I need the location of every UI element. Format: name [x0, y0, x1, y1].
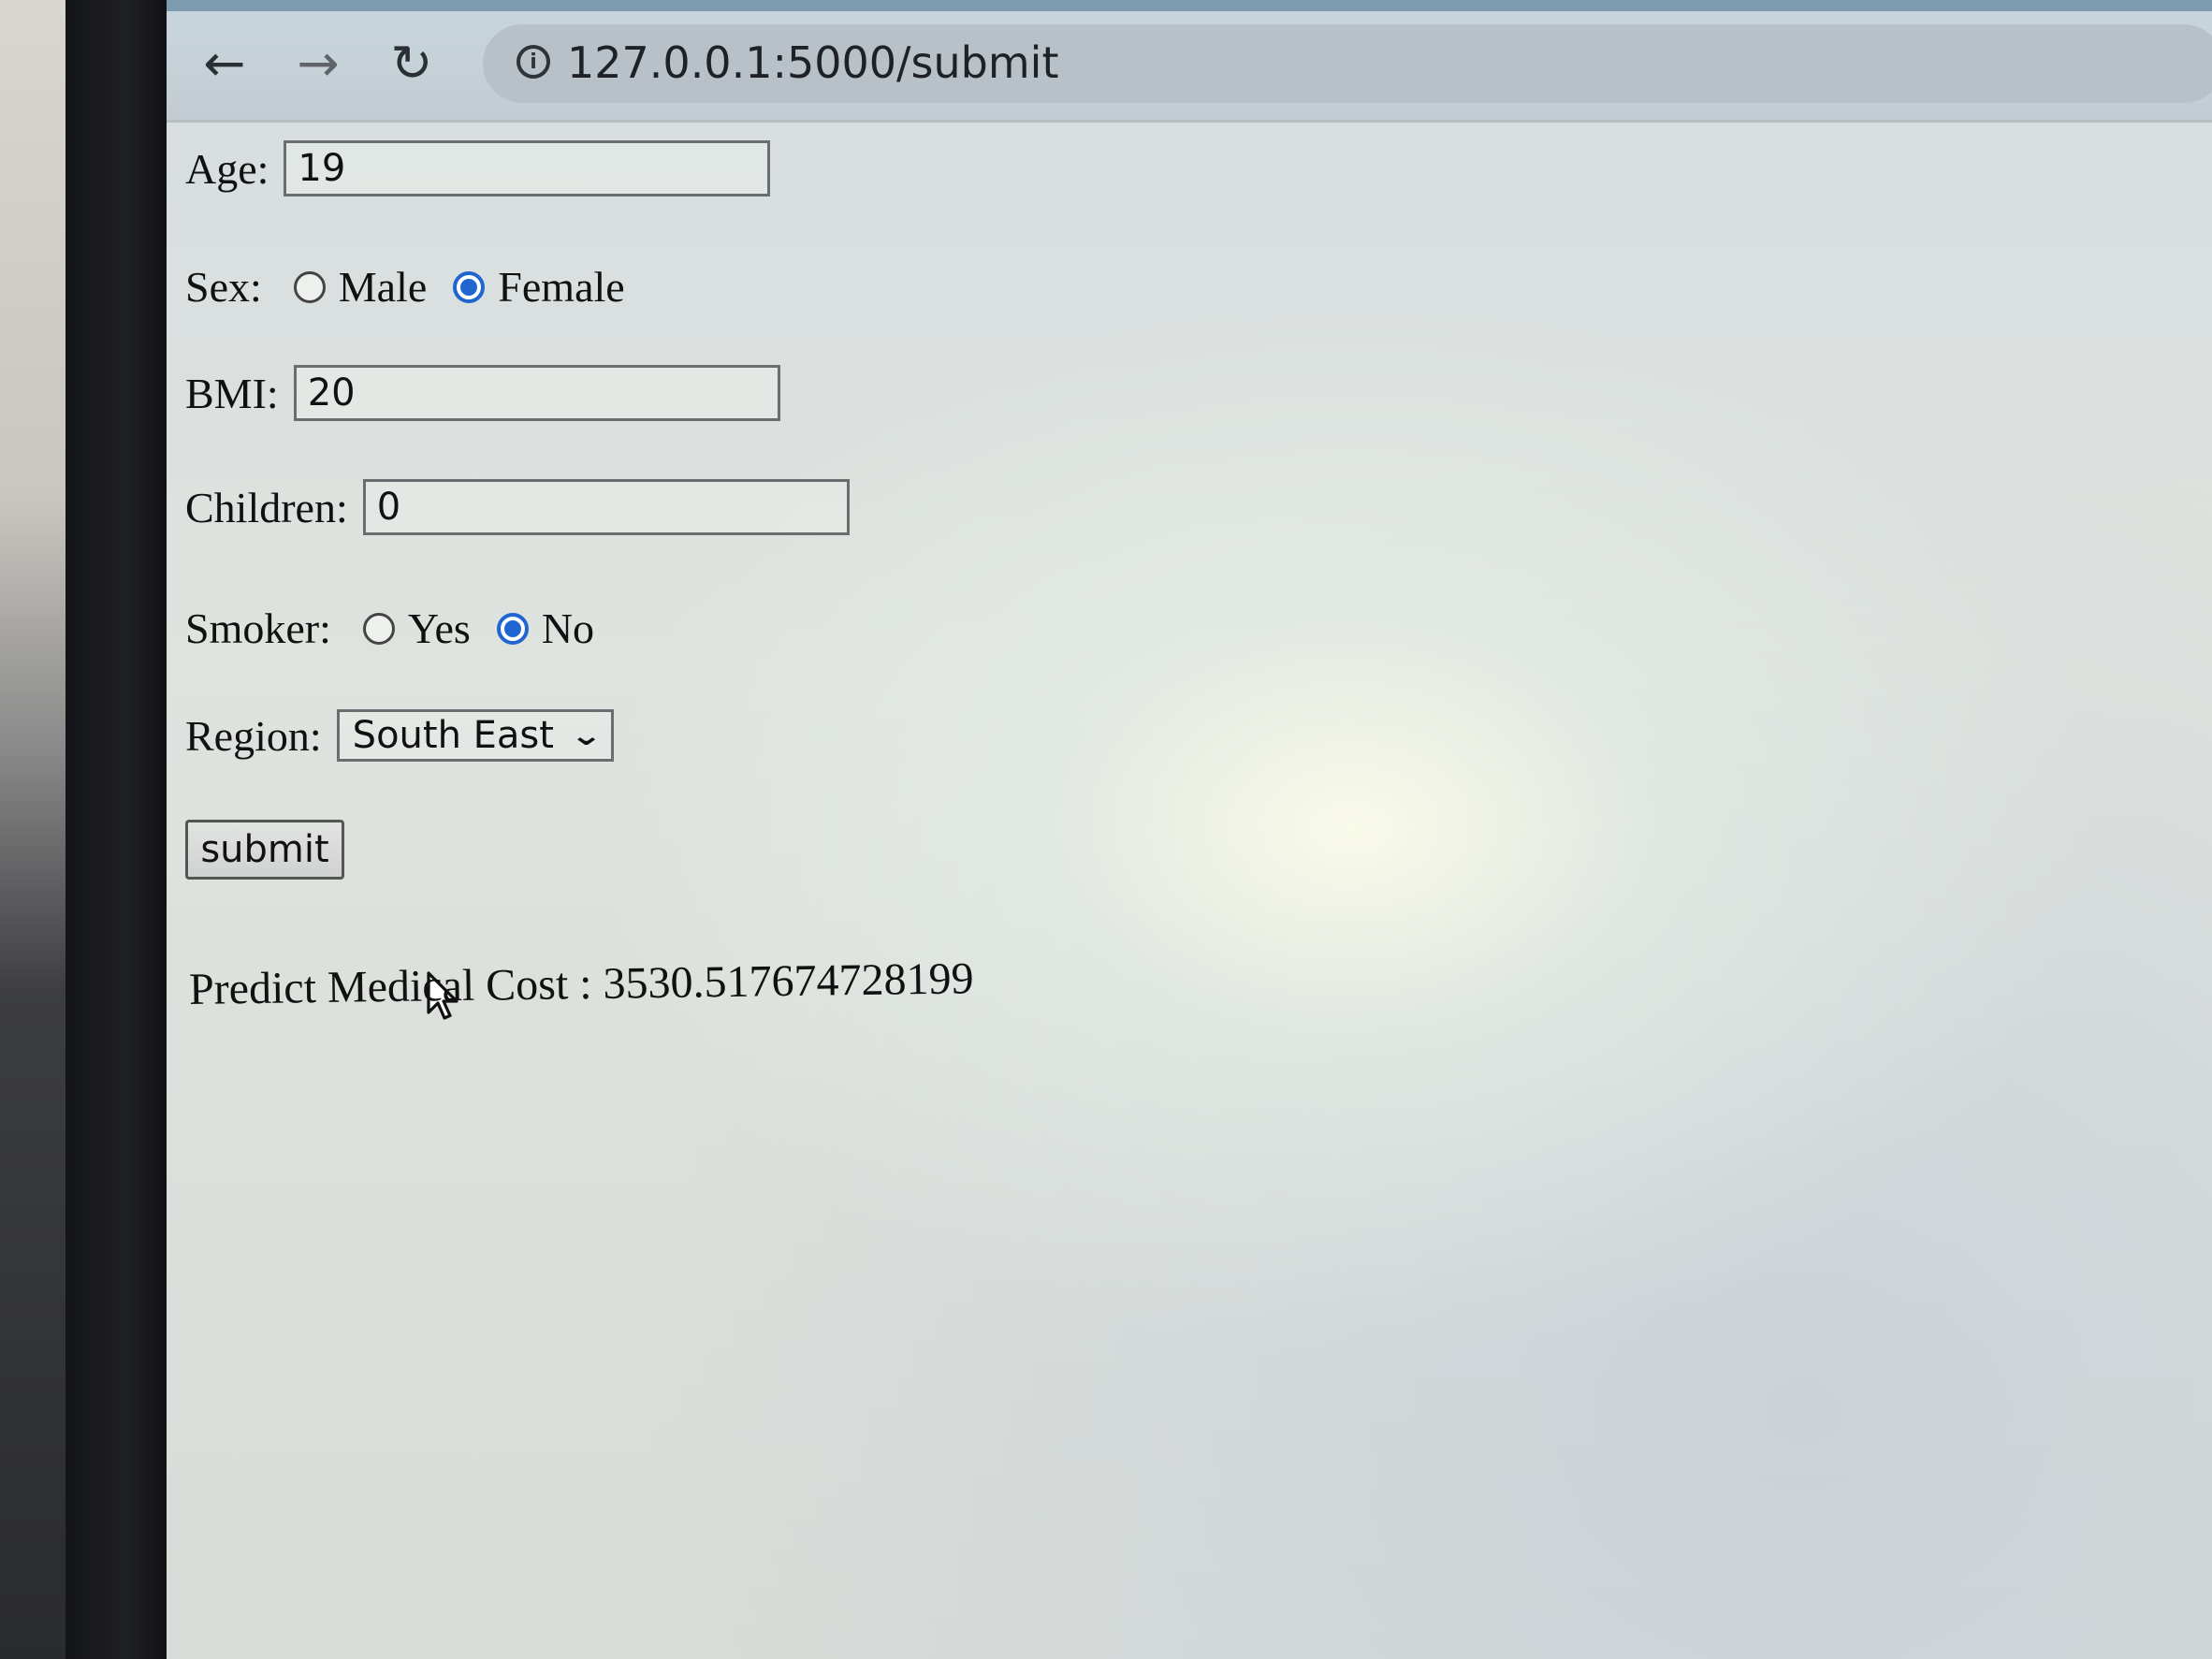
region-select[interactable]: South East ⌄ [336, 709, 615, 762]
smoker-yes-label[interactable]: Yes [408, 604, 471, 653]
arrow-left-icon: ← [203, 34, 246, 93]
age-input[interactable]: 19 [284, 140, 771, 196]
monitor-bezel [65, 0, 170, 1659]
reload-button[interactable]: ↻ [382, 34, 442, 94]
sex-female-label[interactable]: Female [498, 262, 624, 312]
bmi-row: BMI: 20 [185, 365, 780, 421]
age-row: Age: 19 [185, 140, 771, 196]
tab-strip [167, 0, 2212, 11]
prediction-result: Predict Medical Cost : 3530.517674728199 [188, 953, 974, 1014]
url-text: 127.0.0.1:5000/submit [567, 37, 1059, 88]
smoker-no-label[interactable]: No [542, 604, 594, 653]
sex-male-radio[interactable] [293, 270, 326, 303]
browser-window: ← → ↻ i 127.0.0.1:5000/submit Age: 19 Se… [167, 0, 2212, 1659]
back-button[interactable]: ← [195, 34, 255, 94]
reload-icon: ↻ [390, 34, 433, 93]
sex-female-radio[interactable] [453, 270, 486, 303]
photo-background [0, 0, 65, 1659]
bmi-input[interactable]: 20 [293, 365, 780, 421]
sex-row: Sex: Male Female [185, 262, 634, 312]
smoker-label: Smoker: [185, 604, 331, 652]
region-row: Region: South East ⌄ [185, 709, 615, 762]
info-icon[interactable]: i [517, 45, 550, 79]
smoker-yes-radio[interactable] [362, 612, 395, 645]
smoker-no-radio[interactable] [496, 612, 529, 645]
arrow-right-icon: → [297, 34, 340, 93]
chevron-down-icon: ⌄ [569, 719, 604, 752]
sex-male-label[interactable]: Male [339, 262, 428, 312]
bmi-label: BMI: [185, 369, 279, 417]
browser-toolbar: ← → ↻ i 127.0.0.1:5000/submit [167, 0, 2212, 123]
sex-label: Sex: [185, 263, 262, 311]
smoker-row: Smoker: Yes No [185, 604, 604, 653]
region-selected-value: South East [352, 714, 554, 757]
region-label: Region: [185, 711, 322, 760]
submit-button[interactable]: submit [185, 820, 344, 880]
page-content: Age: 19 Sex: Male Female BMI: 20 Childre… [185, 131, 2150, 1535]
children-label: Children: [185, 483, 348, 531]
forward-button[interactable]: → [288, 34, 348, 94]
age-label: Age: [185, 144, 269, 193]
children-input[interactable]: 0 [362, 479, 850, 535]
children-row: Children: 0 [185, 479, 850, 535]
address-bar[interactable]: i 127.0.0.1:5000/submit [483, 24, 2212, 103]
